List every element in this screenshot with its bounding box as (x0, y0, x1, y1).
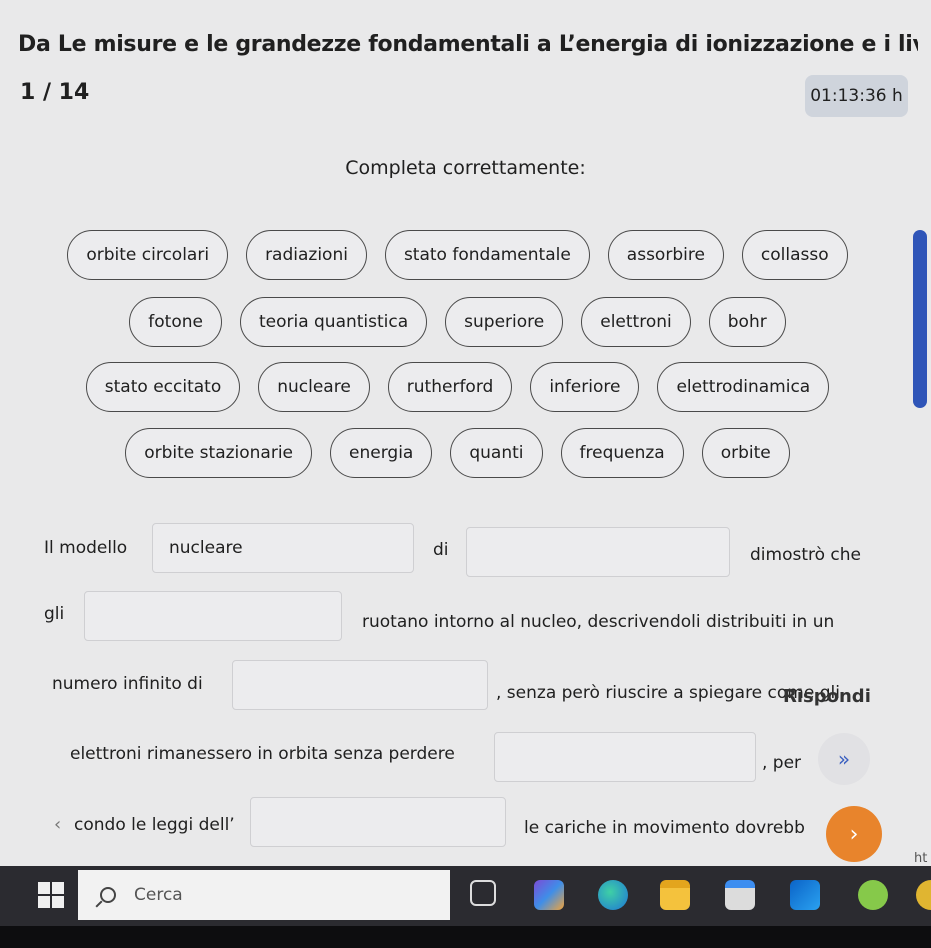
word-chip[interactable]: rutherford (387, 362, 513, 412)
taskbar: Cerca (0, 866, 931, 926)
passage-text: le cariche in movimento dovrebb (524, 818, 805, 838)
app-icon[interactable] (858, 880, 888, 910)
page-title: Da Le misure e le grandezze fondamentali… (18, 32, 918, 57)
word-chip[interactable]: collasso (741, 230, 848, 280)
passage-text: ruotano intorno al nucleo, descrivendoli… (362, 612, 835, 632)
passage-text: numero infinito di (52, 674, 203, 694)
screen-bezel (0, 926, 931, 948)
word-chip[interactable]: inferiore (530, 362, 640, 412)
word-chip[interactable]: teoria quantistica (239, 297, 428, 347)
app-icon[interactable] (916, 880, 931, 910)
word-chip[interactable]: orbite circolari (67, 230, 229, 280)
answer-blank-2[interactable] (466, 527, 730, 577)
passage-text: condo le leggi dell’ (74, 815, 235, 835)
word-chip[interactable]: superiore (445, 297, 564, 347)
passage-text: gli (44, 604, 65, 624)
edge-text-fragment: ht (914, 851, 928, 866)
passage-text: dimostrò che (750, 545, 861, 565)
file-explorer-icon[interactable] (660, 880, 690, 910)
search-icon (100, 887, 116, 903)
timer-badge: 01:13:36 h (805, 75, 908, 117)
respond-button[interactable]: Rispondi (783, 686, 871, 707)
word-bank-row-1: orbite circolari radiazioni stato fondam… (0, 230, 915, 280)
taskbar-search-input[interactable]: Cerca (78, 870, 450, 920)
search-placeholder: Cerca (134, 885, 183, 905)
word-chip[interactable]: bohr (708, 297, 786, 347)
word-chip[interactable]: orbite stazionarie (125, 428, 313, 478)
task-view-icon[interactable] (470, 880, 496, 906)
passage-text: , per (762, 753, 802, 773)
instruction-text: Completa correttamente: (345, 157, 586, 179)
previous-button[interactable]: ‹ (54, 814, 61, 835)
word-chip[interactable]: frequenza (560, 428, 684, 478)
windows-start-icon[interactable] (38, 882, 64, 908)
word-chip[interactable]: elettroni (581, 297, 691, 347)
answer-blank-1[interactable]: nucleare (152, 523, 414, 573)
answer-blank-6[interactable] (250, 797, 506, 847)
word-bank-row-2: fotone teoria quantistica superiore elet… (0, 297, 915, 347)
word-bank-row-4: orbite stazionarie energia quanti freque… (0, 428, 915, 478)
next-button[interactable]: › (826, 806, 882, 862)
answer-blank-4[interactable] (232, 660, 488, 710)
scrollbar-thumb[interactable] (913, 230, 927, 408)
word-chip[interactable]: radiazioni (246, 230, 367, 280)
word-chip[interactable]: elettrodinamica (657, 362, 830, 412)
word-chip[interactable]: nucleare (258, 362, 370, 412)
edge-browser-icon[interactable] (598, 880, 628, 910)
double-chevron-down-icon[interactable]: » (818, 733, 870, 785)
passage-text: Il modello (44, 538, 128, 558)
word-chip[interactable]: energia (330, 428, 433, 478)
word-chip[interactable]: stato eccitato (85, 362, 241, 412)
answer-blank-5[interactable] (494, 732, 756, 782)
passage-text: elettroni rimanessero in orbita senza pe… (70, 744, 455, 764)
passage-text: di (433, 540, 449, 560)
outlook-icon[interactable] (790, 880, 820, 910)
word-bank-row-3: stato eccitato nucleare rutherford infer… (0, 362, 915, 412)
question-counter: 1 / 14 (20, 80, 90, 105)
word-chip[interactable]: stato fondamentale (384, 230, 590, 280)
word-chip[interactable]: orbite (701, 428, 790, 478)
store-icon[interactable] (725, 880, 755, 910)
word-chip[interactable]: fotone (129, 297, 222, 347)
copilot-icon[interactable] (534, 880, 564, 910)
word-chip[interactable]: assorbire (607, 230, 724, 280)
answer-blank-3[interactable] (84, 591, 342, 641)
word-chip[interactable]: quanti (450, 428, 543, 478)
